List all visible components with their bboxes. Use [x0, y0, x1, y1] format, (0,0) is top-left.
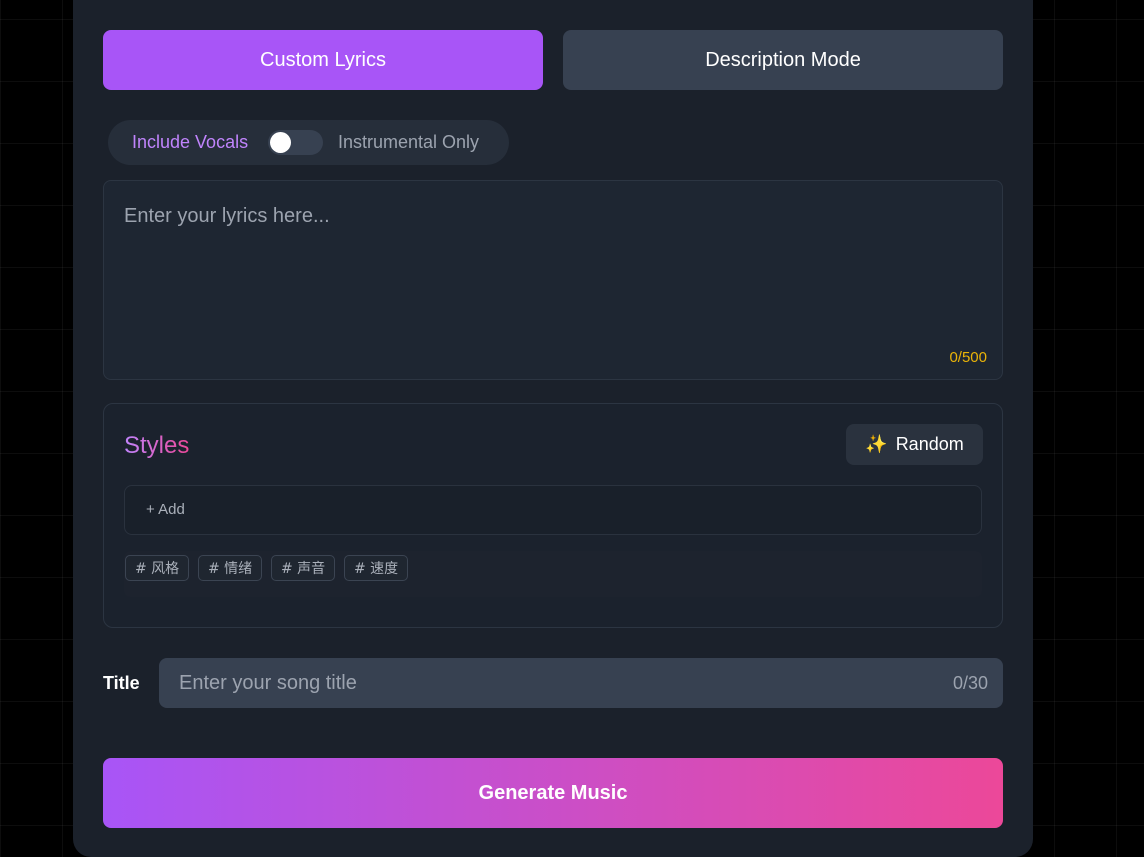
style-tag-list: # 风格 # 情绪 # 声音 # 速度 [124, 551, 982, 597]
style-tag-genre[interactable]: # 风格 [125, 555, 190, 581]
lyrics-container: 0/500 [103, 180, 1003, 380]
style-tag-tempo[interactable]: # 速度 [344, 555, 409, 581]
random-styles-button[interactable]: ✨ Random [846, 424, 983, 465]
song-title-input[interactable] [159, 658, 1003, 708]
generate-music-button[interactable]: Generate Music [103, 758, 1003, 828]
instrumental-only-label[interactable]: Instrumental Only [338, 132, 479, 153]
lyrics-textarea[interactable] [104, 181, 1002, 379]
styles-heading: Styles [124, 432, 190, 459]
add-style-label[interactable]: + Add [146, 501, 185, 518]
vocal-switch[interactable] [268, 130, 323, 155]
song-title-field: 0/30 [159, 658, 1003, 708]
add-style-field[interactable]: + Add [124, 485, 982, 535]
tab-custom-lyrics[interactable]: Custom Lyrics [103, 30, 543, 90]
song-title-label: Title [103, 673, 140, 693]
include-vocals-label[interactable]: Include Vocals [132, 132, 248, 153]
switch-knob [270, 132, 291, 153]
tab-description-mode[interactable]: Description Mode [563, 30, 1003, 90]
sparkles-icon: ✨ [865, 434, 888, 454]
random-label: Random [895, 434, 964, 454]
lyrics-character-counter: 0/500 [949, 349, 987, 366]
style-tag-mood[interactable]: # 情绪 [198, 555, 263, 581]
song-title-counter: 0/30 [952, 673, 988, 693]
style-tag-voice[interactable]: # 声音 [271, 555, 336, 581]
vocal-mode-toggle: Include Vocals Instrumental Only [108, 120, 509, 165]
styles-section: Styles ✨ Random + Add # 风格 # 情绪 # 声音 # 速… [103, 403, 1003, 628]
